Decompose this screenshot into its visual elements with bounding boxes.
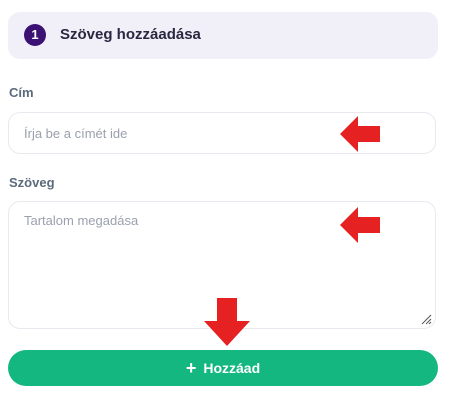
section-title: Szöveg hozzáadása [60, 26, 201, 43]
section-header: 1 Szöveg hozzáadása [8, 12, 438, 59]
textarea-placeholder: Tartalom megadása [24, 213, 139, 228]
step-number-badge: 1 [24, 24, 46, 46]
title-input-placeholder: Írja be a címét ide [24, 126, 128, 141]
red-arrow-down-icon [204, 298, 250, 346]
add-button[interactable]: + Hozzáad [8, 350, 438, 386]
plus-icon: + [185, 358, 197, 378]
red-arrow-left-icon [340, 207, 380, 243]
title-field-label: Cím [9, 85, 34, 100]
add-button-label: Hozzáad [203, 360, 261, 376]
text-field-label: Szöveg [9, 175, 55, 190]
resize-handle-icon[interactable] [420, 313, 432, 325]
red-arrow-left-icon [340, 116, 380, 152]
add-text-panel: 1 Szöveg hozzáadása Cím Írja be a címét … [0, 0, 449, 401]
